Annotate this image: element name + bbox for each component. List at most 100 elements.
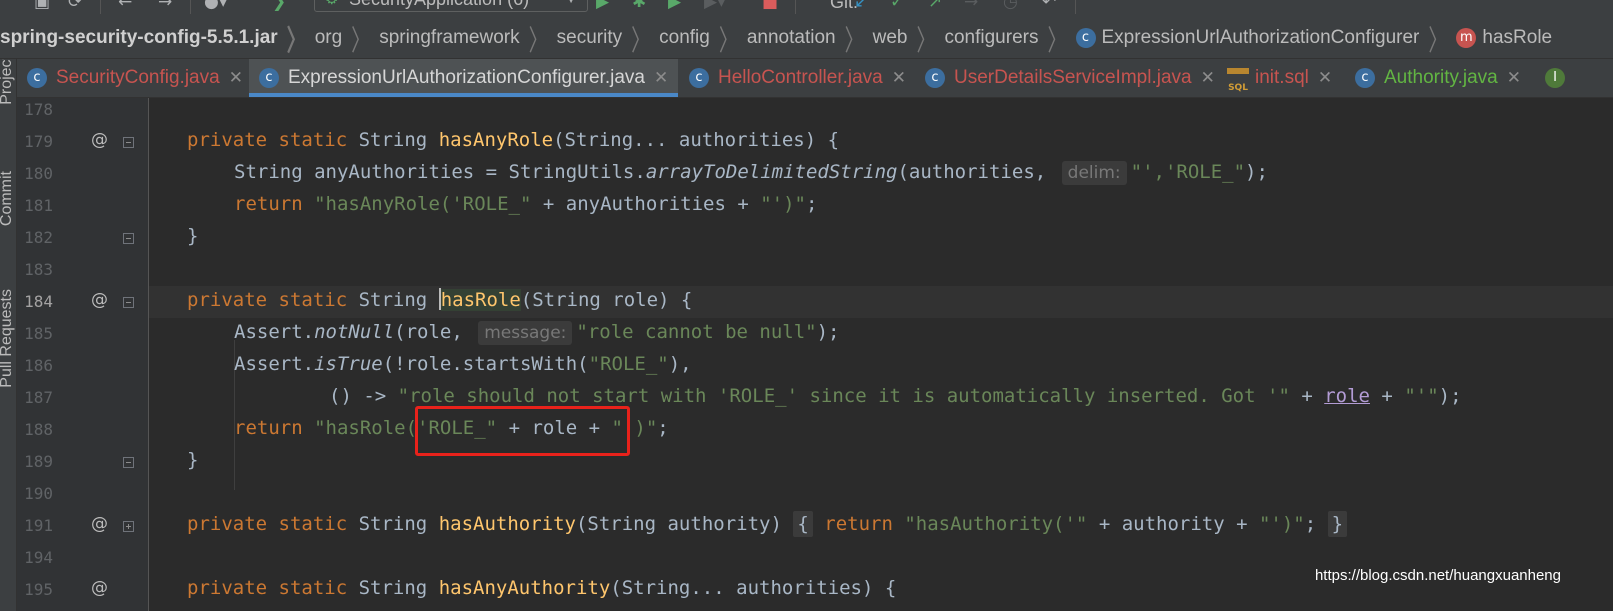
params: (String authority) — [575, 513, 782, 535]
breadcrumb: spring-security-config-5.5.1.jar 〉 org 〉 s… — [0, 18, 1613, 59]
breadcrumb-item-package[interactable]: web 〉 — [864, 18, 936, 58]
string-literal: "ROLE_" — [588, 353, 669, 375]
parameter-hint: message: — [478, 321, 573, 345]
rollback-icon[interactable]: ↶ — [1042, 0, 1056, 12]
fold-collapse-icon[interactable] — [123, 233, 134, 244]
chevron-right-icon: 〉 — [718, 23, 738, 57]
run-configuration-select[interactable]: ⚙ SecurityApplication (6) ▼ — [314, 0, 588, 12]
close-icon[interactable]: ✕ — [229, 68, 243, 88]
close-icon[interactable]: ✕ — [892, 68, 906, 88]
breadcrumb-item-class[interactable]: c ExpressionUrlAuthorizationConfigurer 〉 — [1067, 18, 1447, 58]
main-toolbar: ▣ ⟳ ← → ●▾ ❯ ⚙ SecurityApplication (6) ▼… — [0, 0, 1613, 18]
fold-expand-icon[interactable] — [123, 521, 134, 532]
user-icon[interactable]: ●▾ — [204, 0, 227, 12]
breadcrumb-item-package[interactable]: config 〉 — [650, 18, 738, 58]
code-line-195: private static String hasAnyAuthority(St… — [187, 572, 896, 604]
close-icon[interactable]: ✕ — [1318, 68, 1332, 88]
run-icon[interactable]: ▶ — [596, 0, 609, 12]
override-marker-icon[interactable]: @ — [91, 290, 108, 310]
fold-collapse-icon[interactable] — [123, 297, 134, 308]
tab-overflow[interactable]: I — [1545, 59, 1574, 97]
code-line-189: } — [187, 449, 199, 471]
chevron-down-icon: ▼ — [565, 0, 577, 11]
history-icon[interactable]: ◷ — [1003, 0, 1018, 12]
code-text: ); — [816, 321, 840, 343]
folded-brace[interactable]: { — [793, 511, 813, 537]
code-line-180: String anyAuthorities = StringUtils.arra… — [234, 156, 1268, 188]
git-compare-icon[interactable]: → — [964, 0, 978, 12]
breadcrumb-item-jar[interactable]: spring-security-config-5.5.1.jar 〉 — [0, 18, 306, 58]
stop-icon[interactable]: ■ — [762, 0, 778, 12]
code-text: + — [1289, 385, 1325, 407]
coverage-icon[interactable]: ▶ — [668, 0, 681, 12]
string-literal: "role should not start with 'ROLE_' sinc… — [397, 385, 1290, 407]
side-tab-pull-requests[interactable]: Pull Requests — [0, 289, 16, 388]
breadcrumb-item-package[interactable]: springframework 〉 — [370, 18, 547, 58]
chevron-right-icon: 〉 — [286, 23, 306, 57]
close-icon[interactable]: ✕ — [1201, 68, 1215, 88]
breadcrumb-item-package[interactable]: configurers 〉 — [935, 18, 1066, 58]
tab-authority[interactable]: c Authority.java ✕ — [1355, 59, 1521, 97]
chevron-right-icon: 〉 — [916, 23, 936, 57]
line-number: 191 — [24, 516, 53, 535]
breadcrumb-item-package[interactable]: security 〉 — [548, 18, 650, 58]
line-number: 178 — [24, 100, 53, 119]
override-marker-icon[interactable]: @ — [91, 130, 108, 150]
profile-icon[interactable]: ▶▾ — [704, 0, 726, 12]
code-line-179: private static String hasAnyRole(String.… — [187, 124, 839, 156]
code-text: + anyAuthorities + — [531, 193, 761, 215]
code-area[interactable]: private static String hasAnyRole(String.… — [149, 98, 1613, 611]
keyword: private static — [187, 513, 348, 535]
fold-collapse-icon[interactable] — [123, 457, 134, 468]
line-number: 195 — [24, 580, 53, 599]
code-line-186: Assert.isTrue(!role.startsWith("ROLE_"), — [234, 348, 692, 380]
code-text: (!role.startsWith( — [382, 353, 589, 375]
type: String — [358, 513, 428, 535]
breadcrumb-label: security — [556, 27, 623, 48]
breadcrumb-item-package[interactable]: annotation 〉 — [738, 18, 864, 58]
tab-label: SecurityConfig.java — [56, 67, 220, 88]
side-tab-commit[interactable]: Commit — [0, 171, 16, 226]
override-marker-icon[interactable]: @ — [91, 578, 108, 598]
code-text: Assert. — [234, 353, 315, 375]
close-icon[interactable]: ✕ — [1507, 68, 1521, 88]
folded-brace[interactable]: } — [1327, 511, 1348, 537]
sync-icon[interactable]: ⟳ — [68, 0, 82, 12]
method-name: hasAuthority — [438, 513, 576, 535]
git-update-icon[interactable]: ↙ — [854, 0, 868, 12]
tab-init-sql[interactable]: SQL init.sql ✕ — [1227, 59, 1332, 97]
code-text: String anyAuthorities = StringUtils. — [234, 161, 646, 183]
tab-expression-url-authorization-configurer[interactable]: c ExpressionUrlAuthorizationConfigurer.j… — [249, 59, 679, 97]
breadcrumb-item-method[interactable]: m hasRole — [1447, 18, 1552, 58]
run-configuration-label: SecurityApplication (6) — [349, 0, 529, 9]
code-text: ); — [1245, 161, 1268, 183]
tab-security-config[interactable]: c SecurityConfig.java ✕ — [27, 59, 243, 97]
code-line-184: private static String hasRole(String rol… — [187, 284, 692, 316]
breadcrumb-item-package[interactable]: org 〉 — [306, 18, 370, 58]
tab-hello-controller[interactable]: c HelloController.java ✕ — [689, 59, 906, 97]
code-line-185: Assert.notNull(role, message: "role canno… — [234, 316, 840, 348]
git-commit-icon[interactable]: ✓ — [890, 0, 904, 12]
save-icon[interactable]: ▣ — [34, 0, 50, 12]
tab-user-details-service-impl[interactable]: c UserDetailsServiceImpl.java ✕ — [925, 59, 1215, 97]
type: String — [358, 129, 428, 151]
back-icon[interactable]: ← — [118, 0, 132, 12]
chevron-right-icon: 〉 — [844, 23, 864, 57]
override-marker-icon[interactable]: @ — [91, 514, 108, 534]
close-icon[interactable]: ✕ — [654, 68, 668, 88]
line-number: 179 — [24, 132, 53, 151]
forward-icon[interactable]: → — [158, 0, 172, 12]
build-icon[interactable]: ❯ — [272, 0, 286, 12]
side-tab-project[interactable]: Project — [0, 59, 16, 105]
fold-collapse-icon[interactable] — [123, 137, 134, 148]
interface-icon: I — [1545, 68, 1565, 88]
method-name: hasAnyAuthority — [438, 577, 611, 599]
editor-gutter: 178 179 180 181 182 183 184 185 186 187 … — [17, 98, 167, 611]
line-number: 187 — [24, 388, 53, 407]
debug-icon[interactable]: ✱ — [632, 0, 646, 12]
code-line-191: private static String hasAuthority(Strin… — [187, 508, 1348, 540]
toolbar-separator — [100, 0, 101, 14]
git-push-icon[interactable]: ↗ — [928, 0, 942, 12]
params: (String... authorities) { — [553, 129, 840, 151]
code-editor[interactable]: 178 179 180 181 182 183 184 185 186 187 … — [17, 98, 1613, 611]
